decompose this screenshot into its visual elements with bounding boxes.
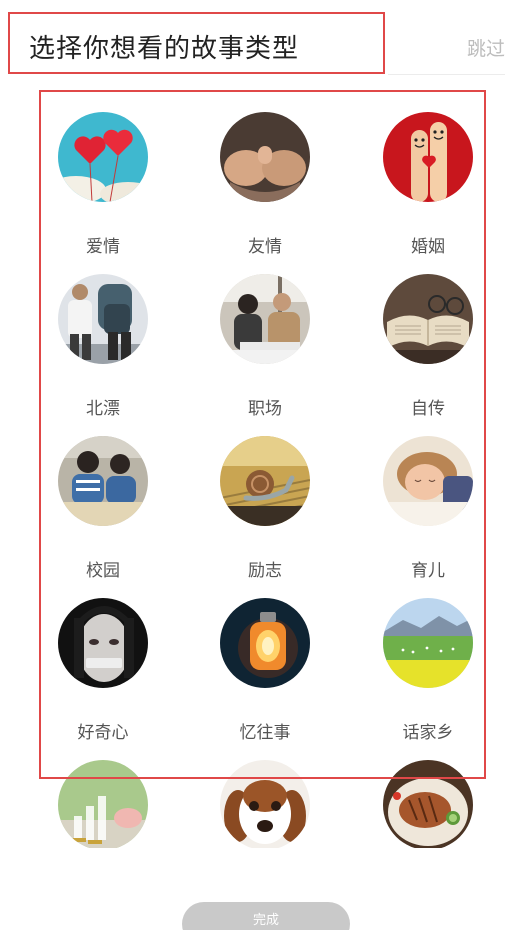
office-meeting-icon [220, 274, 310, 364]
title-highlight-box: 选择你想看的故事类型 [8, 12, 385, 74]
skip-button[interactable]: 跳过 [467, 34, 505, 61]
open-book-icon [383, 274, 473, 364]
food-plate-icon [383, 760, 473, 848]
finger-couple-icon [383, 112, 473, 202]
category-label: 忆往事 [239, 723, 291, 743]
category-beipiao[interactable]: 北漂 [43, 274, 163, 424]
heart-balloons-icon [58, 112, 148, 202]
category-label: 好奇心 [77, 723, 129, 743]
done-button[interactable]: 完成 [182, 902, 350, 930]
countryside-icon [383, 598, 473, 688]
pinky-promise-icon [220, 112, 310, 202]
category-autobiography[interactable]: 自传 [368, 274, 488, 424]
category-love[interactable]: 爱情 [43, 112, 163, 262]
category-food[interactable] [368, 760, 488, 848]
category-label: 自传 [411, 399, 445, 419]
category-parenting[interactable]: 育儿 [368, 436, 488, 586]
piggy-bank-icon [58, 760, 148, 848]
category-pets[interactable] [205, 760, 325, 848]
category-label: 北漂 [86, 399, 120, 419]
snail-icon [220, 436, 310, 526]
category-label: 校园 [86, 561, 120, 581]
students-icon [58, 436, 148, 526]
category-label: 友情 [248, 237, 282, 257]
category-friendship[interactable]: 友情 [205, 112, 325, 262]
backpacker-icon [58, 274, 148, 364]
category-label: 爱情 [86, 237, 120, 257]
category-workplace[interactable]: 职场 [205, 274, 325, 424]
page-title: 选择你想看的故事类型 [29, 34, 300, 64]
header: 选择你想看的故事类型 跳过 [0, 0, 523, 76]
category-memories[interactable]: 忆往事 [205, 598, 325, 748]
category-curiosity[interactable]: 好奇心 [43, 598, 163, 748]
category-hometown[interactable]: 话家乡 [368, 598, 488, 748]
sleeping-child-icon [383, 436, 473, 526]
category-marriage[interactable]: 婚姻 [368, 112, 488, 262]
category-inspiration[interactable]: 励志 [205, 436, 325, 586]
puppy-icon [220, 760, 310, 848]
category-label: 话家乡 [402, 723, 454, 743]
category-finance[interactable] [43, 760, 163, 848]
header-divider [388, 74, 505, 75]
category-label: 职场 [248, 399, 282, 419]
taped-mouth-icon [58, 598, 148, 688]
glowing-jar-icon [220, 598, 310, 688]
category-campus[interactable]: 校园 [43, 436, 163, 586]
category-grid: 爱情 友情 婚姻 北漂 职场 自传 校园 励志 育儿 好奇心 忆往事 话家乡 [0, 96, 523, 848]
category-label: 育儿 [411, 561, 445, 581]
category-label: 婚姻 [411, 237, 445, 257]
category-label: 励志 [248, 561, 282, 581]
